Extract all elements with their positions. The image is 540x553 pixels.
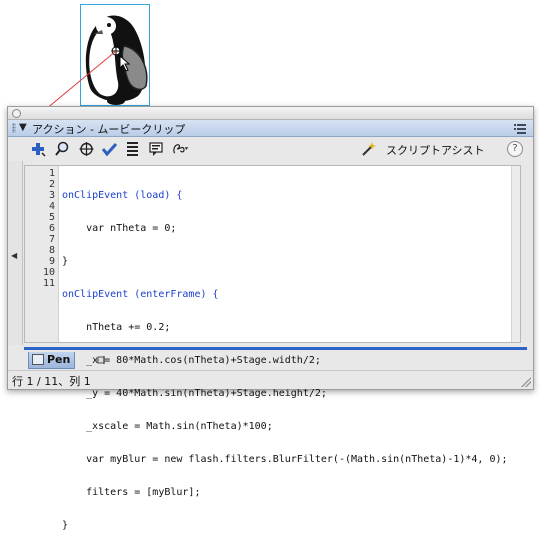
panel-title: アクション - ムービークリップ bbox=[32, 123, 186, 136]
line-number: 3 bbox=[48, 190, 55, 201]
resize-grip-icon[interactable] bbox=[521, 377, 531, 387]
cursor-position: 行 1 / 11、列 1 bbox=[12, 375, 91, 388]
tab-pen[interactable]: Pen bbox=[28, 352, 76, 369]
line-numbers: 1 2 3 4 5 6 7 8 9 10 11 bbox=[25, 168, 55, 289]
code-line[interactable]: filters = [myBlur]; bbox=[62, 487, 508, 498]
code-line[interactable]: } bbox=[62, 520, 508, 531]
line-number: 7 bbox=[48, 234, 55, 245]
line-number: 10 bbox=[42, 267, 55, 278]
pin-script-icon[interactable] bbox=[94, 354, 108, 366]
actions-toolbar: スクリプトアシスト ? bbox=[8, 137, 533, 161]
line-number: 2 bbox=[48, 179, 55, 190]
panel-topbar bbox=[8, 107, 533, 120]
script-editor[interactable]: 1 2 3 4 5 6 7 8 9 10 11 onClipEvent (loa… bbox=[24, 165, 521, 531]
collapse-arrow-icon[interactable]: ▼ bbox=[19, 122, 27, 133]
movieclip-icon bbox=[32, 354, 44, 365]
panel-titlebar[interactable]: ▼ アクション - ムービークリップ bbox=[8, 120, 533, 137]
check-syntax-icon[interactable] bbox=[101, 141, 118, 157]
code-line[interactable]: } bbox=[62, 256, 508, 267]
status-bar: 行 1 / 11、列 1 bbox=[8, 370, 533, 389]
panel-options-menu-icon[interactable] bbox=[514, 123, 527, 134]
code-line[interactable]: nTheta += 0.2; bbox=[62, 322, 508, 333]
penguin-movieclip[interactable] bbox=[76, 4, 156, 108]
tab-pen-label: Pen bbox=[47, 353, 71, 366]
code-line[interactable]: onClipEvent (load) { bbox=[62, 190, 508, 201]
line-number: 11 bbox=[42, 278, 55, 289]
auto-format-icon[interactable] bbox=[124, 141, 141, 157]
code-line[interactable]: onClipEvent (enterFrame) { bbox=[62, 289, 508, 300]
close-icon[interactable] bbox=[12, 109, 21, 118]
line-number: 6 bbox=[48, 223, 55, 234]
target-path-icon[interactable] bbox=[78, 141, 95, 157]
code-line[interactable]: var nTheta = 0; bbox=[62, 223, 508, 234]
script-assist-icon[interactable] bbox=[360, 141, 376, 157]
add-statement-icon[interactable] bbox=[30, 141, 47, 157]
debug-options-icon[interactable] bbox=[172, 141, 189, 157]
line-number: 9 bbox=[48, 256, 55, 267]
collapse-left-arrow-icon[interactable]: ◀ bbox=[11, 251, 17, 260]
line-number: 5 bbox=[48, 212, 55, 223]
line-number-gutter: 1 2 3 4 5 6 7 8 9 10 11 bbox=[25, 166, 59, 342]
code-line[interactable]: var myBlur = new flash.filters.BlurFilte… bbox=[62, 454, 507, 465]
collapse-strip[interactable]: ◀ bbox=[8, 161, 23, 345]
line-number: 8 bbox=[48, 245, 55, 256]
code-line[interactable]: _xscale = Math.sin(nTheta)*100; bbox=[62, 421, 508, 432]
actions-panel: ▼ アクション - ムービークリップ スクリプトアシスト ? ◀ 1 2 3 4… bbox=[7, 106, 534, 531]
grip-icon[interactable] bbox=[12, 123, 16, 133]
code-line[interactable]: _y = 40*Math.sin(nTheta)+Stage.height/2; bbox=[62, 388, 508, 399]
code-hint-icon[interactable] bbox=[149, 141, 166, 157]
line-number: 4 bbox=[48, 201, 55, 212]
script-assist-label[interactable]: スクリプトアシスト bbox=[386, 142, 485, 158]
line-number: 1 bbox=[48, 168, 55, 179]
help-icon[interactable]: ? bbox=[507, 141, 523, 157]
vertical-scrollbar[interactable] bbox=[511, 166, 520, 342]
find-icon[interactable] bbox=[54, 141, 71, 157]
